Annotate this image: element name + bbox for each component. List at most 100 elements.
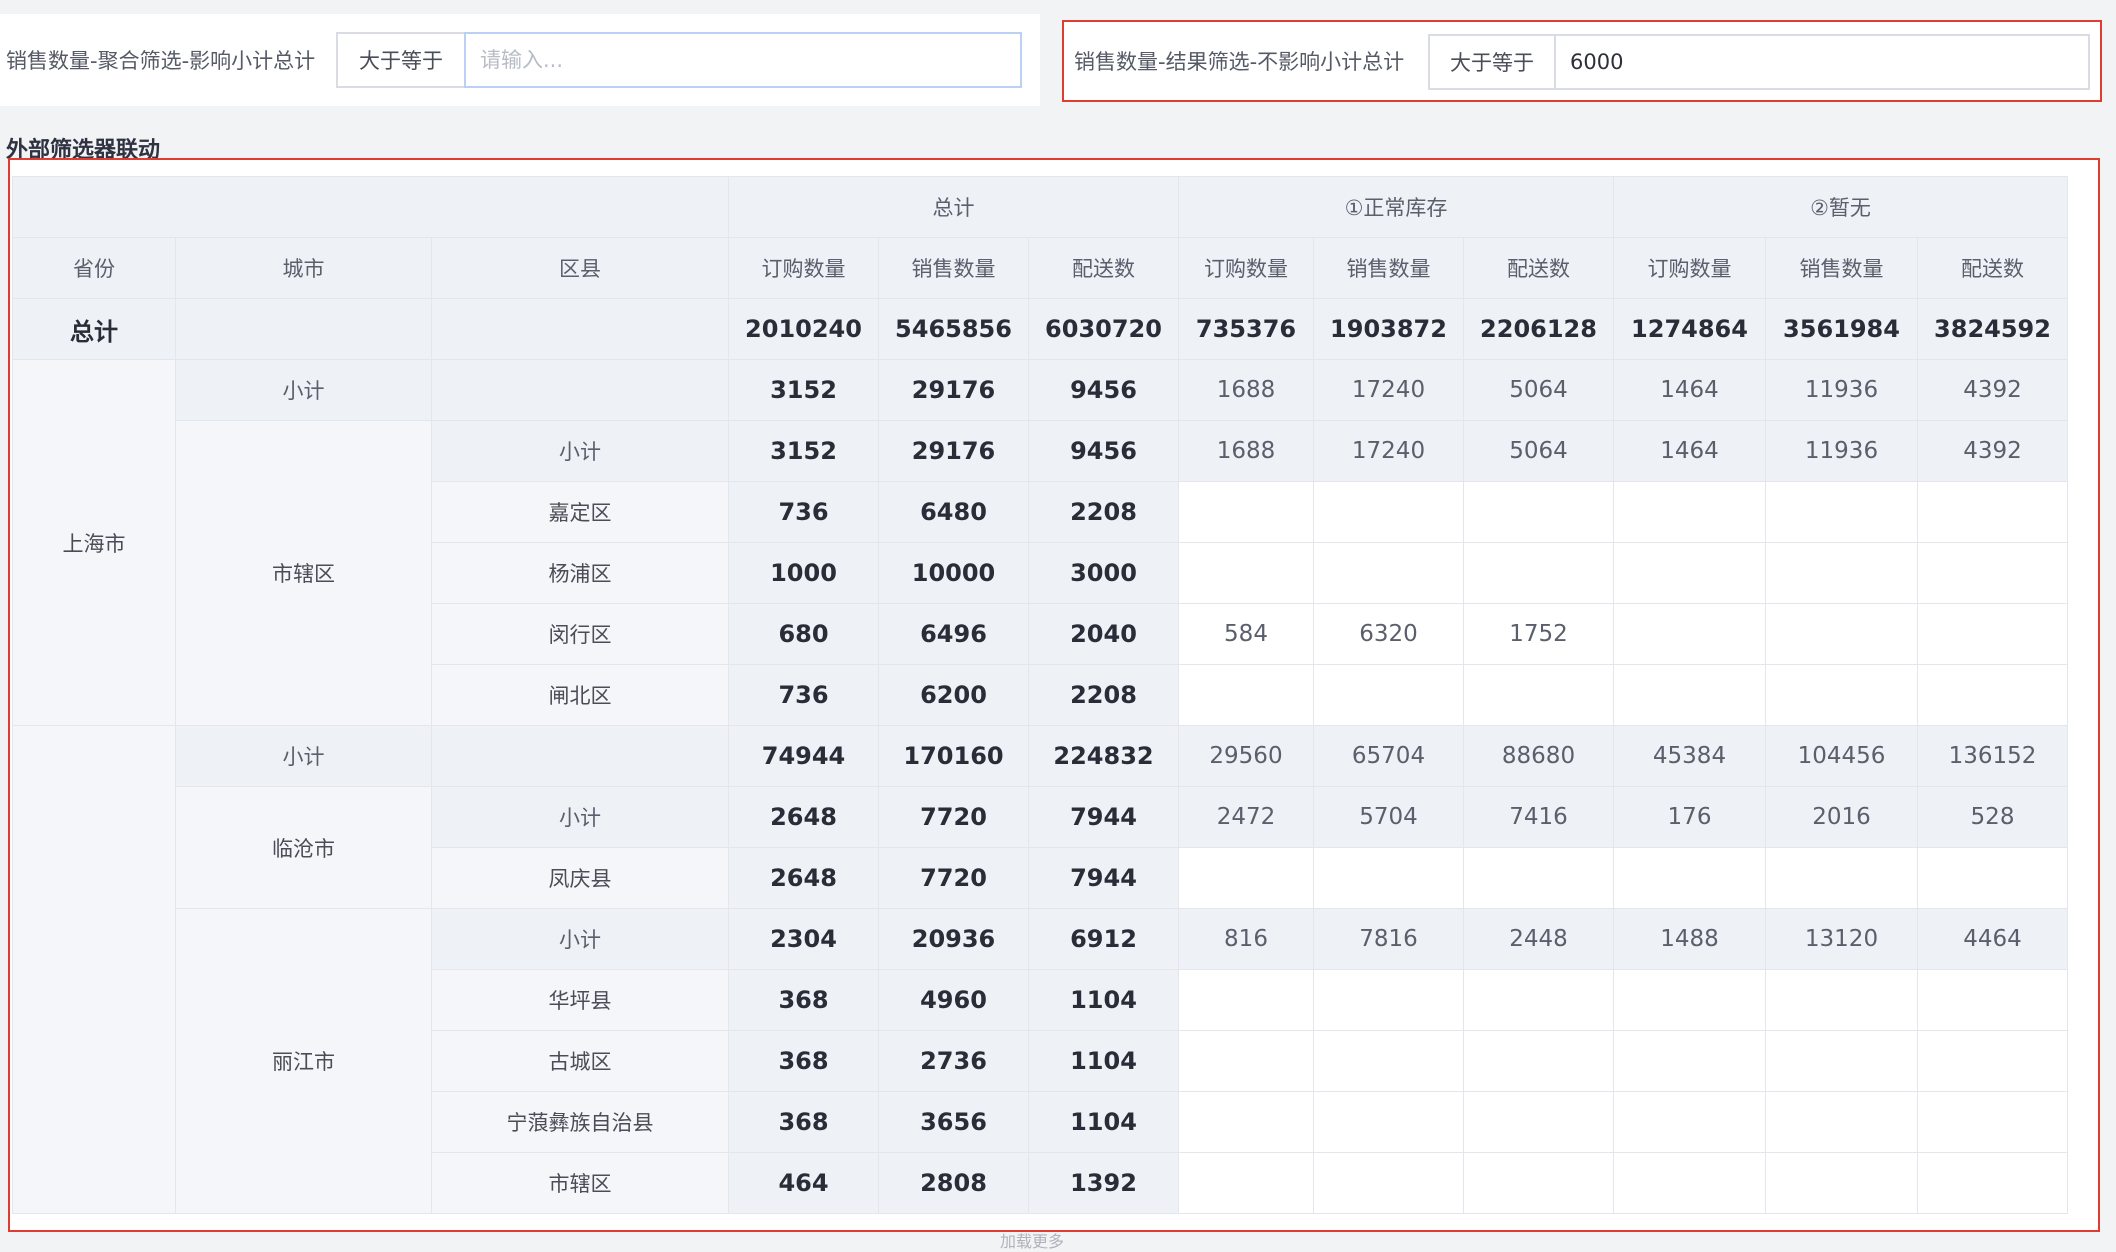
grand-total-row: 总计 2010240 5465856 6030720 735376 1903872 2206… (12, 298, 2068, 360)
value-cell: 88680 (1463, 725, 1614, 787)
empty-cell (175, 298, 432, 360)
value-cell: 4960 (878, 969, 1029, 1031)
value-cell: 1752 (1463, 603, 1614, 665)
value-cell: 29560 (1178, 725, 1314, 787)
empty-cell (1178, 542, 1314, 604)
empty-cell (1765, 542, 1918, 604)
value-cell: 3152 (728, 359, 879, 421)
district-cell: 古城区 (431, 1030, 729, 1092)
city-subtotal-label: 小计 (175, 725, 432, 787)
district-cell: 凤庆县 (431, 847, 729, 909)
empty-cell (1613, 481, 1766, 543)
empty-cell (1463, 542, 1614, 604)
empty-cell (1765, 847, 1918, 909)
value-cell: 9456 (1028, 359, 1179, 421)
district-cell: 宁蒗彝族自治县 (431, 1091, 729, 1153)
value-cell: 224832 (1028, 725, 1179, 787)
value-cell: 45384 (1613, 725, 1766, 787)
empty-cell (1613, 1030, 1766, 1092)
value-cell: 4464 (1917, 908, 2068, 970)
district-cell: 闸北区 (431, 664, 729, 726)
empty-cell (1463, 1091, 1614, 1153)
value-cell: 2648 (728, 786, 879, 848)
filter-value-input[interactable] (464, 32, 1022, 88)
subtotal-row: 市辖区 小计 3152 29176 9456 1688 17240 5064 1464 11936… (13, 420, 2068, 726)
measure-header: 订购数量 (728, 237, 879, 299)
value-cell: 176 (1613, 786, 1766, 848)
value-cell: 74944 (728, 725, 879, 787)
subtotal-row: 丽江市 小计 2304 20936 6912 816 7816 2448 1488 13120 44… (13, 908, 2068, 1214)
empty-cell (1613, 969, 1766, 1031)
filter-control: 大于等于 (1428, 34, 2090, 90)
value-cell: 29176 (878, 420, 1029, 482)
subtotal-row: 临沧市 小计 2648 7720 7944 2472 5704 7416 176 2016 528 (13, 786, 2068, 909)
grand-total-value: 2010240 (728, 298, 879, 360)
value-cell: 7944 (1028, 847, 1179, 909)
value-cell: 1688 (1178, 359, 1314, 421)
empty-cell (1765, 1091, 1918, 1153)
value-cell: 2472 (1178, 786, 1314, 848)
value-cell: 3656 (878, 1091, 1029, 1153)
value-cell: 7720 (878, 847, 1029, 909)
value-cell: 65704 (1313, 725, 1464, 787)
city-cell: 临沧市 (175, 786, 432, 909)
empty-cell (431, 725, 729, 787)
value-cell: 1104 (1028, 1091, 1179, 1153)
header-district: 区县 (431, 237, 729, 299)
value-cell: 2208 (1028, 481, 1179, 543)
pivot-table: 总计 ①正常库存 ②暂无 省份 城市 区县 订购数量 销售数量 配送数 订购数量 销售数量 配送数 订购… (12, 176, 2068, 1214)
value-cell: 11936 (1765, 359, 1918, 421)
empty-cell (1313, 542, 1464, 604)
empty-cell (1917, 969, 2068, 1031)
value-cell: 9456 (1028, 420, 1179, 482)
measure-header: 配送数 (1028, 237, 1179, 299)
value-cell: 5064 (1463, 359, 1614, 421)
value-cell: 528 (1917, 786, 2068, 848)
header-city: 城市 (175, 237, 432, 299)
province-cell: 上海市 (12, 359, 176, 726)
filter-value-input[interactable] (1556, 36, 2088, 88)
empty-cell (1917, 1030, 2068, 1092)
empty-cell (1463, 847, 1614, 909)
subtotal-row: 上海市 小计 3152 29176 9456 1688 17240 5064 1464 11936… (12, 359, 2068, 726)
value-cell: 368 (728, 1091, 879, 1153)
value-cell: 10000 (878, 542, 1029, 604)
empty-cell (1613, 847, 1766, 909)
value-cell: 736 (728, 481, 879, 543)
grand-total-value: 735376 (1178, 298, 1314, 360)
filter-label: 销售数量-结果筛选-不影响小计总计 (1074, 50, 1405, 74)
district-cell: 杨浦区 (431, 542, 729, 604)
empty-cell (1313, 1091, 1464, 1153)
value-cell: 736 (728, 664, 879, 726)
city-cell: 丽江市 (175, 908, 432, 1214)
empty-cell (1178, 1030, 1314, 1092)
measure-header: 销售数量 (878, 237, 1029, 299)
value-cell: 1104 (1028, 1030, 1179, 1092)
empty-cell (1917, 1152, 2068, 1214)
measure-header: 销售数量 (1765, 237, 1918, 299)
empty-cell (1613, 603, 1766, 665)
value-cell: 368 (728, 1030, 879, 1092)
operator-select[interactable]: 大于等于 (1430, 36, 1556, 88)
value-cell: 1688 (1178, 420, 1314, 482)
empty-cell (1313, 847, 1464, 909)
district-cell: 嘉定区 (431, 481, 729, 543)
measure-header: 订购数量 (1613, 237, 1766, 299)
empty-cell (1917, 481, 2068, 543)
measure-header: 订购数量 (1178, 237, 1314, 299)
value-cell: 816 (1178, 908, 1314, 970)
empty-cell (1178, 1152, 1314, 1214)
district-cell: 市辖区 (431, 1152, 729, 1214)
load-more-hint[interactable]: 加载更多 (1000, 1228, 1064, 1252)
value-cell: 2648 (728, 847, 879, 909)
value-cell: 17240 (1313, 359, 1464, 421)
empty-cell (1463, 969, 1614, 1031)
subtotal-row: 小计 74944 170160 224832 29560 65704 88680 45384 1… (12, 725, 2068, 1214)
empty-cell (1178, 664, 1314, 726)
value-cell: 680 (728, 603, 879, 665)
operator-select[interactable]: 大于等于 (338, 34, 464, 86)
province-cell (12, 725, 176, 1214)
empty-cell (1765, 1152, 1918, 1214)
measure-header: 配送数 (1917, 237, 2068, 299)
empty-cell (1917, 603, 2068, 665)
